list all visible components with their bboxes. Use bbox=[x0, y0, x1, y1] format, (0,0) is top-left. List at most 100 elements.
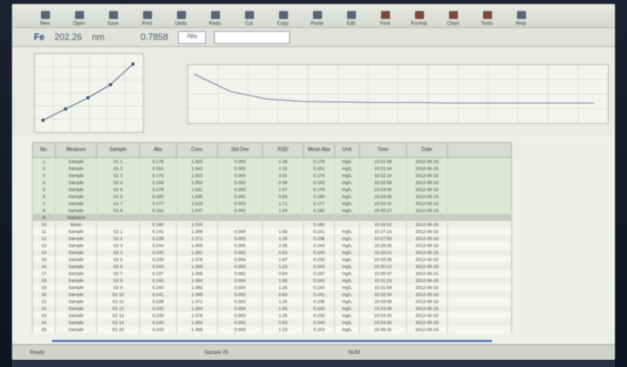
tool-new-button[interactable]: New bbox=[28, 5, 62, 27]
table-cell: Sample bbox=[56, 172, 97, 179]
table-row[interactable]: 4 Sample S1 4 0.183 1.053 0.002 0.98 0.183 mg/L 1… bbox=[32, 179, 512, 186]
horizontal-scrollbar[interactable] bbox=[52, 340, 492, 342]
table-row[interactable]: 13 Sample S2 3 0.244 1.405 0.005 2.05 0.244 mg/L… bbox=[32, 242, 512, 249]
tool-edit-button[interactable]: Edit bbox=[334, 5, 368, 27]
table-row[interactable]: 19 Sample S2 9 0.240 1.382 0.003 1.25 0.240 mg/L… bbox=[32, 284, 512, 291]
table-row[interactable]: 25 Sample S2 15 0.243 1.399 0.003 1.23 0.243 mg/… bbox=[32, 326, 512, 333]
table-cell: 10:23:30 bbox=[360, 186, 407, 193]
column-header[interactable]: Date bbox=[407, 143, 448, 157]
table-cell bbox=[263, 214, 304, 221]
table-cell: 0.83 bbox=[263, 249, 304, 256]
table-cell: Sample bbox=[56, 235, 97, 242]
tool-chart-button[interactable]: Chart bbox=[436, 5, 470, 27]
table-cell: 1.67 bbox=[263, 256, 304, 263]
table-cell: 0.241 bbox=[304, 291, 335, 298]
table-cell: 1.047 bbox=[177, 207, 218, 214]
table-row[interactable]: 23 Sample S2 13 0.239 1.376 0.003 1.26 0.239 mg/… bbox=[32, 312, 512, 319]
tool-save-button[interactable]: Save bbox=[96, 5, 130, 27]
table-cell: 0.002 bbox=[218, 249, 263, 256]
table-row[interactable]: 22 Sample S2 12 0.242 1.394 0.004 1.65 0.242 mg/… bbox=[32, 305, 512, 312]
tool-find-button[interactable]: Find bbox=[368, 5, 402, 27]
column-header[interactable]: Abs bbox=[140, 143, 177, 157]
table-cell: 0.002 bbox=[218, 207, 263, 214]
table-cell: 0.180 bbox=[304, 193, 335, 200]
table-row[interactable]: 5 Sample S1 5 0.179 1.031 0.003 1.57 0.179 mg/L 1… bbox=[32, 186, 512, 193]
table-cell: 0.183 bbox=[140, 179, 177, 186]
table-cell: 0.181 bbox=[140, 165, 177, 172]
paste-icon bbox=[312, 11, 322, 19]
table-cell: 0.242 bbox=[140, 277, 177, 284]
table-cell: 0.005 bbox=[218, 242, 263, 249]
table-cell: 1.08 bbox=[263, 207, 304, 214]
table-cell: 0.176 bbox=[140, 172, 177, 179]
mode-box[interactable]: Abs bbox=[178, 30, 207, 44]
table-row[interactable]: 8 Sample S1 8 0.182 1.047 0.002 1.08 0.182 mg/L 1… bbox=[32, 207, 512, 214]
table-cell: mg/L bbox=[335, 186, 360, 193]
table-row[interactable]: 18 Sample S2 8 0.242 1.394 0.004 1.65 0.242 mg/L… bbox=[32, 277, 512, 284]
table-cell: 0.003 bbox=[218, 235, 263, 242]
table-row[interactable]: 11 Sample S2 1 0.241 1.388 0.004 1.66 0.241 mg/L… bbox=[32, 228, 512, 235]
column-header[interactable]: Std Dev bbox=[218, 143, 263, 157]
column-header[interactable]: Sample bbox=[97, 143, 140, 157]
table-row[interactable]: 1 Sample S1 1 0.178 1.025 0.003 1.45 0.178 mg/L 1… bbox=[32, 158, 512, 165]
table-row[interactable]: 10 Mean 0.180 1.033 0.180 10:26:02 2012-06-15 bbox=[32, 221, 512, 228]
table-row[interactable]: 21 Sample S2 11 0.238 1.371 0.003 1.26 0.238 mg/… bbox=[32, 298, 512, 305]
table-cell: 0.178 bbox=[304, 158, 335, 165]
column-header[interactable]: RSD bbox=[263, 143, 304, 157]
table-cell: 1.405 bbox=[177, 242, 218, 249]
tool-paste-button[interactable]: Paste bbox=[300, 5, 334, 27]
table-row[interactable]: 20 Sample S2 10 0.241 1.388 0.002 0.83 0.241 mg/… bbox=[32, 291, 512, 298]
table-row[interactable]: 15 Sample S2 5 0.239 1.376 0.004 1.67 0.239 mg/L… bbox=[32, 256, 512, 263]
tool-tools-button[interactable]: Tools bbox=[470, 5, 504, 27]
table-row[interactable]: 14 Sample S2 4 0.240 1.382 0.002 0.83 0.240 mg/L… bbox=[32, 249, 512, 256]
tool-print-button[interactable]: Print bbox=[130, 5, 164, 27]
table-cell: 10:33:45 bbox=[360, 305, 407, 312]
table-row[interactable]: 9 Statistics bbox=[32, 214, 512, 221]
column-header[interactable]: No. bbox=[33, 143, 56, 157]
table-row[interactable]: 17 Sample S2 7 0.237 1.365 0.002 0.84 0.237 mg/L… bbox=[32, 270, 512, 277]
table-row[interactable]: 2 Sample S1 2 0.181 1.042 0.002 1.12 0.181 mg/L 1… bbox=[32, 165, 512, 172]
table-cell: 10:24:06 bbox=[360, 193, 407, 200]
column-header[interactable]: Unit bbox=[335, 143, 360, 157]
table-cell: 0.182 bbox=[304, 207, 335, 214]
tool-redo-button[interactable]: Redo bbox=[198, 5, 232, 27]
tool-undo-button[interactable]: Undo bbox=[164, 5, 198, 27]
table-row[interactable]: 24 Sample S2 14 0.240 1.382 0.002 0.83 0.240 mg/… bbox=[32, 319, 512, 326]
table-cell: 1.66 bbox=[263, 228, 304, 235]
table-row[interactable]: 3 Sample S1 3 0.176 1.013 0.004 2.01 0.176 mg/L 1… bbox=[32, 172, 512, 179]
column-header[interactable]: Conc bbox=[177, 143, 218, 157]
table-cell: 10:27:50 bbox=[360, 235, 407, 242]
cut-icon bbox=[244, 11, 254, 19]
table-row[interactable]: 6 Sample S1 6 0.180 1.036 0.001 0.66 0.180 mg/L 1… bbox=[32, 193, 512, 200]
tool-help-button[interactable]: Help bbox=[504, 5, 538, 27]
table-cell: 1 bbox=[33, 158, 56, 165]
table-cell: 22 bbox=[33, 305, 56, 312]
table-cell: 1.71 bbox=[263, 200, 304, 207]
column-header[interactable]: Measure bbox=[56, 143, 97, 157]
table-cell: mg/L bbox=[335, 158, 360, 165]
table-cell: 23 bbox=[33, 312, 56, 319]
tool-format-button[interactable]: Format bbox=[402, 5, 436, 27]
table-cell: 1.26 bbox=[263, 235, 304, 242]
table-cell: 10:31:23 bbox=[360, 277, 407, 284]
element-cell[interactable]: Fe bbox=[34, 32, 45, 42]
table-row[interactable]: 16 Sample S2 6 0.243 1.399 0.003 1.23 0.243 mg/L… bbox=[32, 263, 512, 270]
monitor-frame: New Open Save Print Undo Redo Cut Copy Paste Edit… bbox=[0, 0, 627, 367]
column-header[interactable]: Time bbox=[360, 143, 407, 157]
table-cell: 2012-06-15 bbox=[407, 256, 448, 263]
tool-open-button[interactable]: Open bbox=[62, 5, 96, 27]
tool-cut-button[interactable]: Cut bbox=[232, 5, 266, 27]
table-cell: 1.033 bbox=[177, 221, 218, 228]
table-cell: 0.003 bbox=[218, 312, 263, 319]
input-field[interactable] bbox=[214, 30, 291, 44]
table-row[interactable]: 12 Sample S2 2 0.238 1.371 0.003 1.26 0.238 mg/L… bbox=[32, 235, 512, 242]
table-cell: 0.002 bbox=[218, 319, 263, 326]
table-cell: 1.376 bbox=[177, 256, 218, 263]
table-row[interactable]: 7 Sample S1 7 0.177 1.019 0.003 1.71 0.177 mg/L 1… bbox=[32, 200, 512, 207]
tool-copy-button[interactable]: Copy bbox=[266, 5, 300, 27]
table-cell: 10:30:47 bbox=[360, 270, 407, 277]
table-cell bbox=[335, 221, 360, 228]
column-header[interactable]: Mean Abs bbox=[304, 143, 335, 157]
table-cell: mg/L bbox=[335, 165, 360, 172]
table-cell: 0.240 bbox=[140, 284, 177, 291]
